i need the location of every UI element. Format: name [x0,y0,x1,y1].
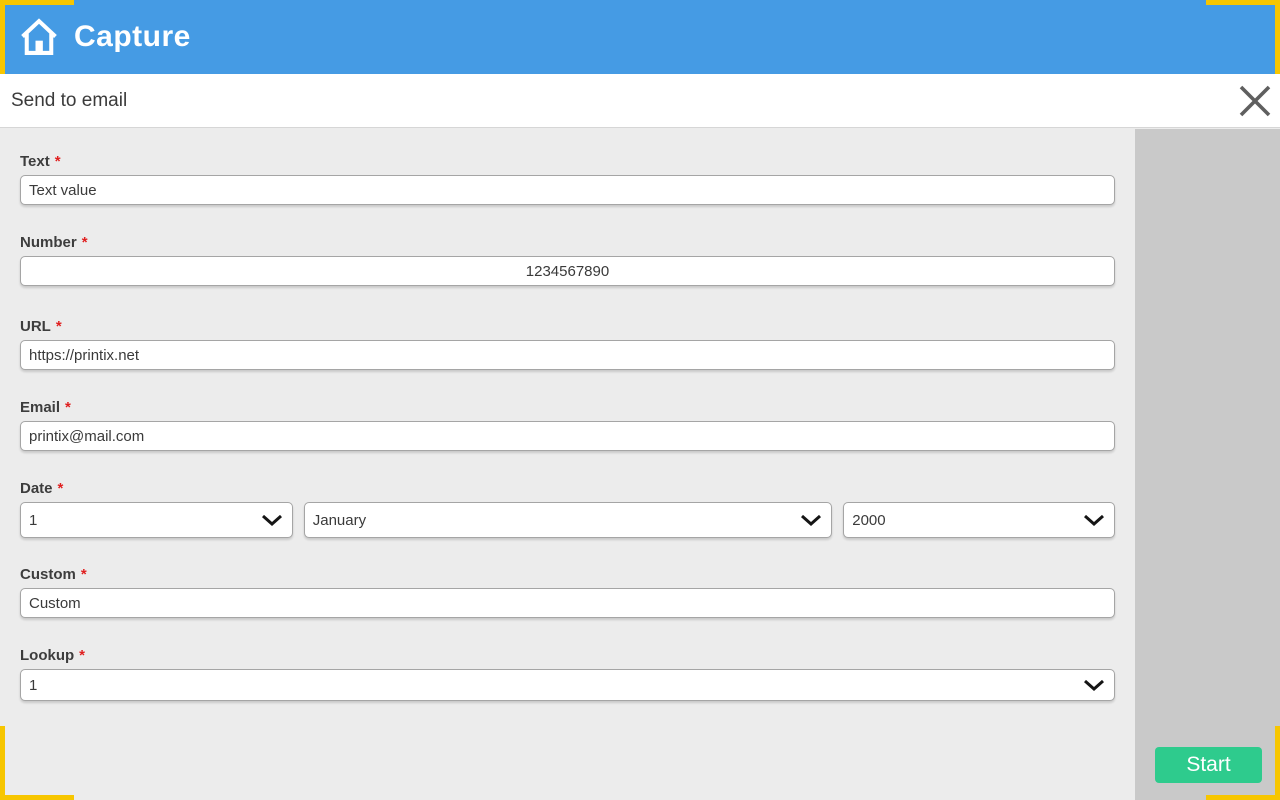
number-input[interactable] [20,256,1115,286]
dialog-title: Send to email [11,89,128,111]
app-title: Capture [74,20,191,53]
required-asterisk: * [54,152,61,170]
required-asterisk: * [81,233,88,251]
required-asterisk: * [57,479,64,497]
home-icon [18,15,60,59]
form-panel: Text * Number * URL * Email * [0,129,1135,800]
date-month-select[interactable]: January [303,502,833,538]
field-label-number: Number [20,233,77,251]
url-input[interactable] [20,340,1115,370]
field-label-date: Date [20,479,53,497]
start-button[interactable]: Start [1155,747,1262,783]
required-asterisk: * [65,398,71,416]
home-button[interactable] [18,15,60,59]
field-lookup: Lookup * 1 [20,646,1115,701]
email-input[interactable] [20,421,1115,451]
required-asterisk: * [79,646,85,664]
field-label-lookup: Lookup [20,646,75,664]
field-date: Date * 1 January 2000 [20,479,1115,538]
close-button[interactable] [1238,84,1272,118]
side-panel: Start [1135,129,1280,800]
date-day-select-wrap: 1 [20,502,293,538]
field-label-url: URL [20,317,51,335]
field-custom: Custom * [20,565,1115,618]
required-asterisk: * [80,565,87,583]
date-year-select-wrap: 2000 [843,502,1115,538]
main-area: Text * Number * URL * Email * [0,129,1280,800]
dialog-title-bar: Send to email [0,74,1280,128]
field-number: Number * [20,233,1115,286]
lookup-select[interactable]: 1 [20,669,1115,701]
field-label-email: Email [20,398,61,416]
date-day-select[interactable]: 1 [20,502,293,538]
text-input[interactable] [20,175,1115,205]
custom-input[interactable] [20,588,1115,618]
field-text: Text * [20,152,1115,205]
close-icon [1239,85,1271,117]
field-url: URL * [20,317,1115,370]
required-asterisk: * [55,317,62,335]
field-label-custom: Custom [20,565,76,583]
app-header: Capture [0,0,1280,74]
field-label-text: Text [20,152,50,170]
date-year-select[interactable]: 2000 [843,502,1115,538]
field-email: Email * [20,398,1115,451]
lookup-select-wrap: 1 [20,669,1115,701]
date-month-select-wrap: January [303,502,833,538]
